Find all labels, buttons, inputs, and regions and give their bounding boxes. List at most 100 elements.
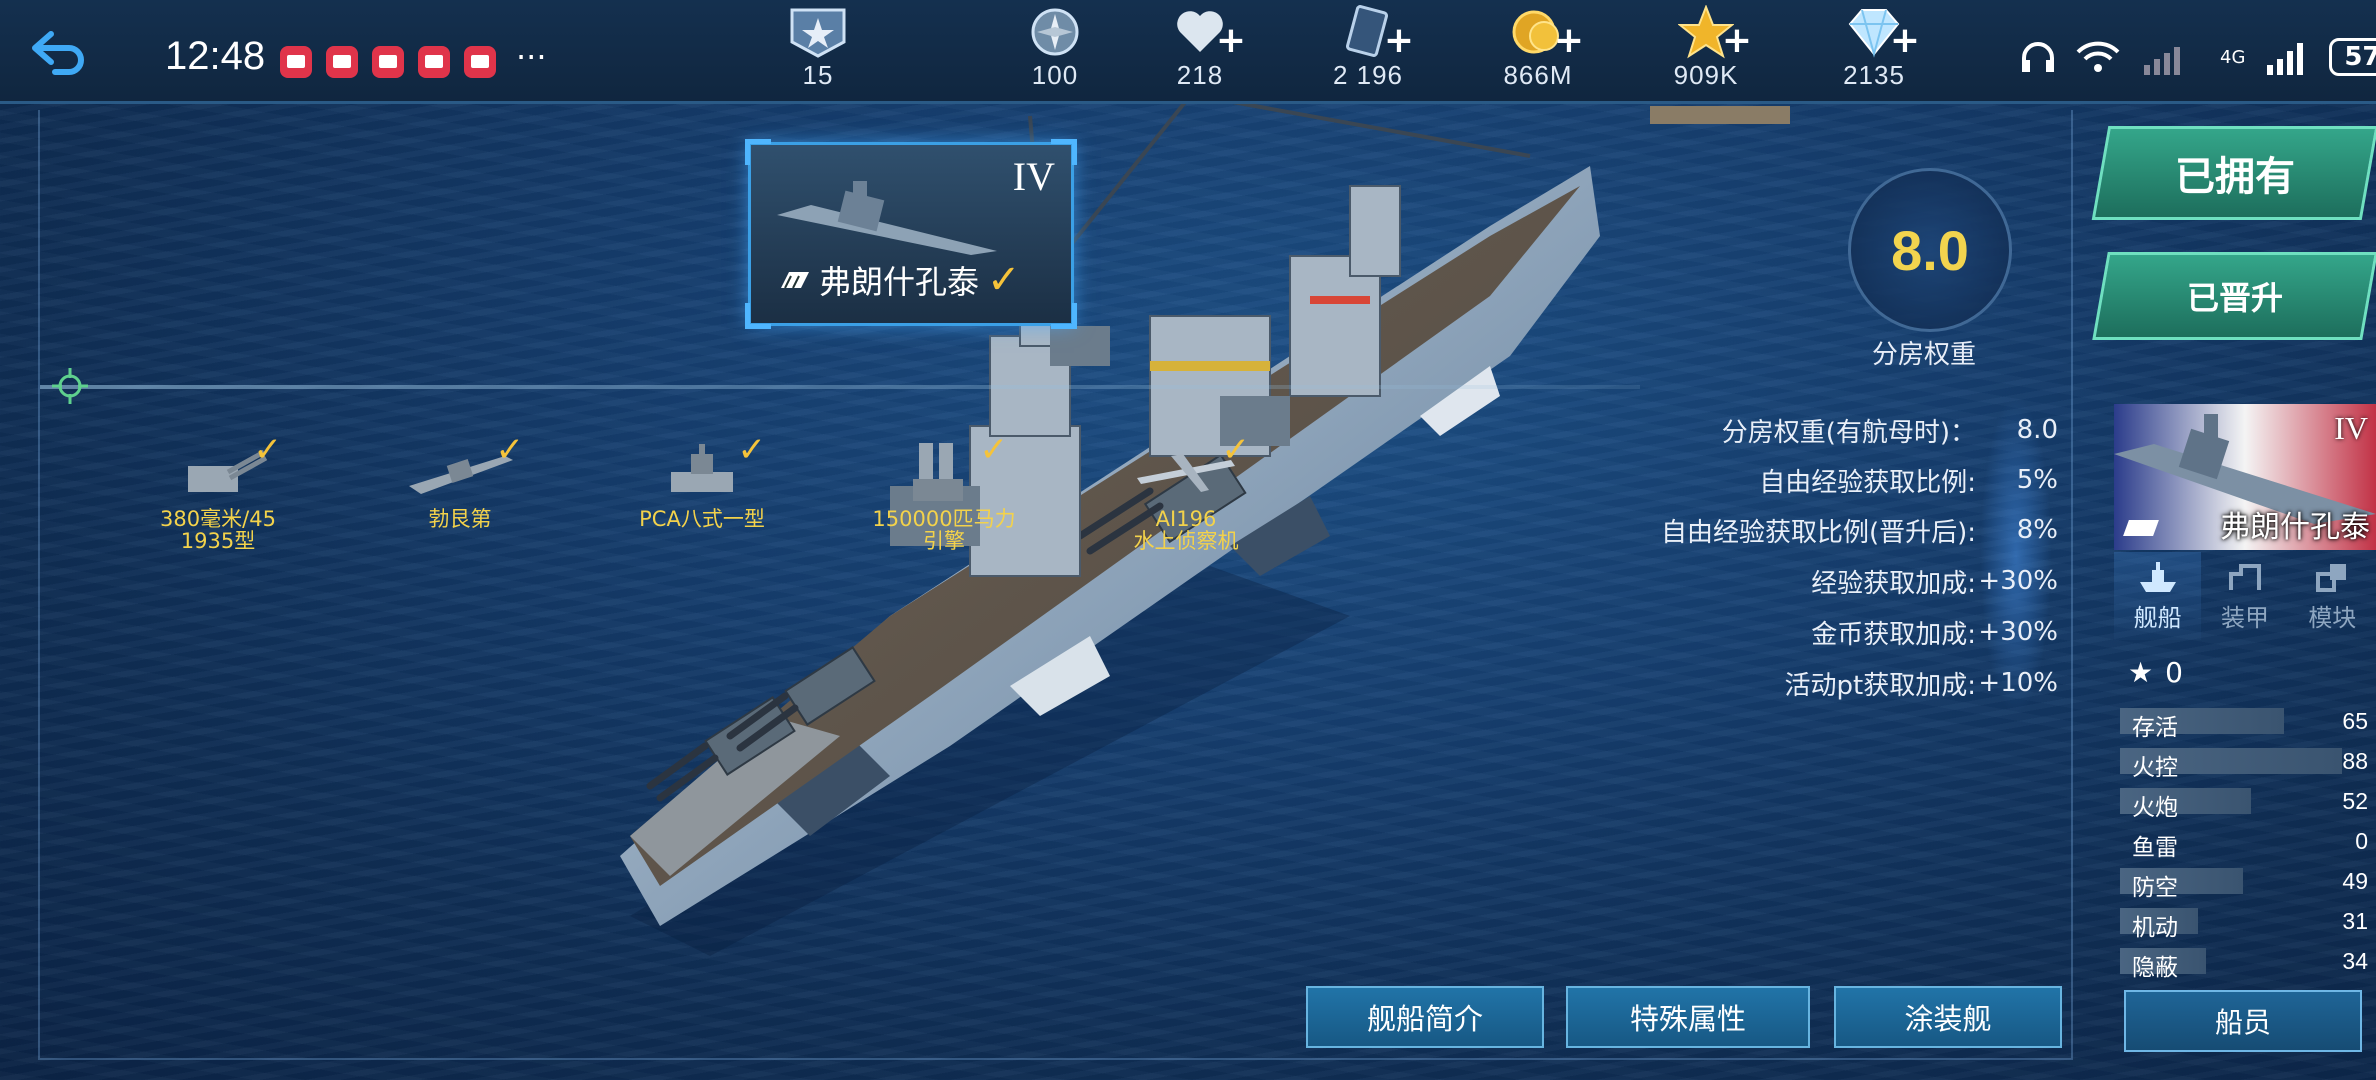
owned-button[interactable]: 已拥有 bbox=[2091, 126, 2376, 220]
resource-gold[interactable]: + 866M bbox=[1478, 4, 1598, 94]
checkmark-icon: ✓ bbox=[987, 257, 1021, 303]
rank-emblem-icon bbox=[790, 8, 846, 58]
tab-ship[interactable]: 舰船 bbox=[2114, 552, 2202, 640]
owned-label: 已拥有 bbox=[2175, 154, 2295, 200]
special-attributes-button[interactable]: 特殊属性 bbox=[1566, 986, 1810, 1048]
attribute-value: 65 bbox=[2342, 708, 2368, 734]
stat-key: 自由经验获取比例: bbox=[1759, 467, 1976, 498]
attribute-name: 存活 bbox=[2132, 715, 2178, 741]
crew-button[interactable]: 船员 bbox=[2124, 990, 2362, 1052]
headphones-icon bbox=[2022, 42, 2054, 72]
compass-icon bbox=[1031, 8, 1079, 56]
stat-row: 分房权重(有航母时)： 8.0 bbox=[1722, 410, 2058, 450]
equipment-label: 勃艮第 bbox=[428, 507, 492, 531]
ship-tier: IV bbox=[1012, 154, 1055, 199]
panel-tabs: 舰船 装甲 模块 bbox=[2114, 552, 2376, 640]
stat-value: +30% bbox=[1978, 617, 2058, 647]
add-icon: + bbox=[1889, 20, 1920, 61]
stat-row: 自由经验获取比例: 5% bbox=[1759, 460, 2058, 500]
attribute-row: 火控 88 bbox=[2120, 746, 2372, 781]
star-value: 0 bbox=[2165, 656, 2183, 689]
engine-icon bbox=[913, 443, 963, 501]
add-icon: + bbox=[1383, 20, 1414, 61]
equipment-engine[interactable]: ✓ 150000匹马力 引擎 bbox=[844, 430, 1044, 553]
resource-value: 866M bbox=[1503, 60, 1573, 90]
system-status-icons: 4G 57 bbox=[2020, 38, 2376, 76]
notification-more: ··· bbox=[516, 38, 547, 76]
tab-label: 装甲 bbox=[2220, 603, 2269, 632]
stat-row: 自由经验获取比例(晋升后): 8% bbox=[1661, 510, 2058, 550]
tab-module[interactable]: 模块 bbox=[2289, 552, 2376, 640]
skin-button[interactable]: 涂装舰 bbox=[1834, 986, 2062, 1048]
checkmark-icon: ✓ bbox=[979, 430, 1009, 470]
add-icon: + bbox=[1553, 20, 1584, 61]
resource-star[interactable]: + 909K bbox=[1646, 4, 1766, 94]
attribute-name: 防空 bbox=[2132, 875, 2178, 901]
attribute-value: 88 bbox=[2342, 748, 2368, 774]
attribute-row: 存活 65 bbox=[2120, 706, 2372, 741]
equipment-main-gun[interactable]: ✓ 380毫米/45 1935型 bbox=[118, 430, 318, 552]
room-weight-label: 分房权重 bbox=[1872, 340, 1977, 370]
resource-stamina[interactable]: + 218 bbox=[1140, 4, 1260, 94]
upgraded-button[interactable]: 已晋升 bbox=[2092, 252, 2376, 340]
attribute-row: 隐蔽 34 bbox=[2120, 946, 2372, 981]
resource-compass[interactable]: 100 bbox=[995, 4, 1115, 94]
equipment-label: PCA八式一型 bbox=[639, 507, 765, 531]
attribute-name: 隐蔽 bbox=[2132, 955, 2178, 981]
notification-app-icon bbox=[464, 46, 496, 78]
portrait-ship-name: 弗朗什孔泰 bbox=[2220, 510, 2370, 545]
stat-row: 活动pt获取加成: +10% bbox=[1785, 663, 2058, 703]
equipment-fire-control[interactable]: ✓ PCA八式一型 bbox=[602, 430, 802, 531]
resource-value: 2135 bbox=[1843, 60, 1905, 90]
resource-value: 2 196 bbox=[1332, 60, 1404, 90]
attribute-value: 0 bbox=[2355, 828, 2368, 854]
notification-app-icon bbox=[418, 46, 450, 78]
crosshair-icon[interactable] bbox=[50, 366, 90, 406]
stat-value: 8.0 bbox=[2016, 415, 2058, 445]
crew-label: 船员 bbox=[2214, 1006, 2271, 1039]
equipment-label: 150000匹马力 引擎 bbox=[872, 507, 1016, 553]
armor-icon bbox=[2228, 563, 2261, 590]
resource-diamond[interactable]: + 2135 bbox=[1814, 4, 1934, 94]
ship-class-icon bbox=[781, 272, 809, 289]
special-attributes-label: 特殊属性 bbox=[1629, 1002, 1746, 1036]
resource-cards[interactable]: + 2 196 bbox=[1308, 4, 1428, 94]
stat-value: 8% bbox=[2016, 515, 2058, 545]
notification-app-icon bbox=[280, 46, 312, 78]
fire-control-icon bbox=[671, 444, 733, 492]
stat-row: 经验获取加成: +30% bbox=[1811, 561, 2058, 601]
attribute-row: 防空 49 bbox=[2120, 866, 2372, 901]
ship-name: 弗朗什孔泰 bbox=[819, 263, 980, 301]
ship-portrait[interactable]: IV 弗朗什孔泰 bbox=[2114, 404, 2376, 550]
attribute-value: 34 bbox=[2342, 948, 2368, 974]
ship-intro-button[interactable]: 舰船简介 bbox=[1306, 986, 1544, 1048]
attribute-row: 机动 31 bbox=[2120, 906, 2372, 941]
equipment-hull[interactable]: ✓ 勃艮第 bbox=[360, 430, 560, 531]
attribute-row: 鱼雷 0 bbox=[2120, 826, 2372, 861]
cell-signal-icon bbox=[2144, 47, 2180, 75]
stat-row: 金币获取加成: +30% bbox=[1811, 612, 2058, 652]
attribute-name: 火控 bbox=[2132, 755, 2178, 781]
module-icon bbox=[2316, 563, 2347, 592]
card-corner bbox=[745, 303, 771, 329]
back-button[interactable] bbox=[14, 18, 104, 88]
tab-armor[interactable]: 装甲 bbox=[2201, 552, 2288, 640]
attribute-name: 鱼雷 bbox=[2132, 835, 2178, 861]
resource-value: 909K bbox=[1673, 60, 1739, 90]
stat-value: +10% bbox=[1978, 668, 2058, 698]
battery-indicator: 57 bbox=[2329, 38, 2376, 76]
checkmark-icon: ✓ bbox=[1221, 430, 1251, 470]
ship-icon bbox=[2139, 561, 2176, 592]
room-weight-badge: 8.0 bbox=[1848, 168, 2012, 332]
equipment-aircraft[interactable]: ✓ AI196 水上侦察机 bbox=[1086, 430, 1286, 553]
resource-rank[interactable]: 15 bbox=[758, 4, 878, 94]
attribute-name: 机动 bbox=[2132, 915, 2178, 941]
stat-key: 金币获取加成: bbox=[1811, 619, 1976, 650]
selected-ship-card[interactable]: IV 弗朗什孔泰 ✓ bbox=[745, 139, 1077, 329]
checkmark-icon: ✓ bbox=[737, 430, 767, 470]
stat-key: 自由经验获取比例(晋升后): bbox=[1660, 517, 1976, 548]
upgraded-label: 已晋升 bbox=[2186, 279, 2283, 317]
equipment-label: AI196 水上侦察机 bbox=[1133, 507, 1239, 553]
ship-thumbnail bbox=[777, 181, 997, 255]
notification-app-icon bbox=[326, 46, 358, 78]
